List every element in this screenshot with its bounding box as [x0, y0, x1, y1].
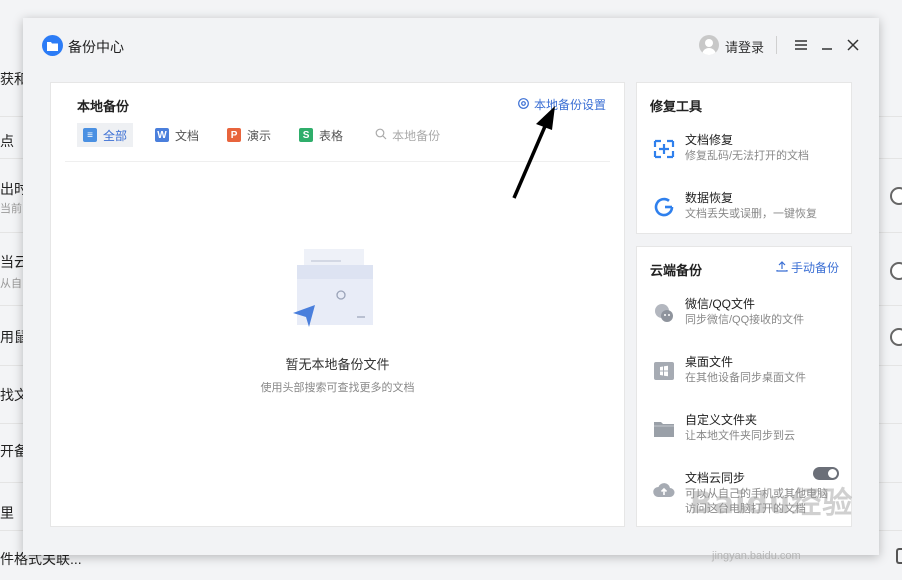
background-list-item: 里	[0, 505, 14, 521]
word-icon: W	[155, 128, 170, 142]
ppt-icon: P	[227, 128, 242, 142]
repair-item-data[interactable]: 数据恢复 文档丢失或误删，一键恢复	[637, 185, 851, 233]
background-list-item: 点	[0, 133, 14, 149]
empty-state-hint: 使用头部搜索可查找更多的文档	[260, 382, 415, 394]
background-list-subtext: 从自	[0, 278, 22, 290]
divider	[65, 161, 610, 162]
minimize-icon[interactable]	[817, 35, 837, 55]
divider	[776, 36, 777, 54]
cloud-backup-title: 云端备份	[650, 263, 703, 278]
file-type-tabs: ≡ 全部 W 文档 P 演示 S 表格 本地备份	[77, 123, 440, 147]
repair-item-doc[interactable]: 文档修复 修复乱码/无法打开的文档	[637, 127, 851, 175]
upload-icon	[776, 260, 788, 275]
windows-icon	[652, 359, 676, 383]
menu-icon[interactable]	[791, 35, 811, 55]
cloud-upload-icon	[652, 479, 676, 503]
title-bar: 备份中心 请登录	[23, 18, 879, 74]
tab-spreadsheet[interactable]: S 表格	[293, 123, 349, 147]
empty-box-illustration	[289, 243, 389, 338]
list-icon: ≡	[83, 128, 97, 142]
login-button[interactable]: 请登录	[725, 37, 764, 56]
data-recovery-icon	[652, 195, 676, 219]
bracket-icon	[896, 548, 902, 564]
local-search-input[interactable]: 本地备份	[375, 123, 440, 147]
watermark-url: jingyan.baidu.com	[712, 550, 801, 562]
settings-link-label: 本地备份设置	[534, 98, 607, 112]
cloud-item-desktop[interactable]: 桌面文件 在其他设备同步桌面文件	[637, 349, 851, 397]
doc-repair-icon	[652, 137, 676, 161]
radio-toggle[interactable]	[890, 328, 902, 346]
tab-doc[interactable]: W 文档	[149, 123, 205, 147]
empty-state-title: 暂无本地备份文件	[285, 357, 390, 372]
search-placeholder: 本地备份	[392, 128, 441, 143]
background-list-subtext: 当前	[0, 203, 22, 215]
avatar[interactable]	[699, 35, 719, 55]
cloud-item-wechat-qq[interactable]: 微信/QQ文件 同步微信/QQ接收的文件	[637, 291, 851, 339]
excel-icon: S	[299, 128, 314, 142]
backup-center-window: 备份中心 请登录 本地备份 本地备份设置 ≡ 全部 W 文档 P 演示 S 表格…	[23, 18, 879, 555]
search-icon	[375, 128, 387, 143]
chat-icon	[652, 301, 676, 325]
local-backup-panel: 本地备份 本地备份设置 ≡ 全部 W 文档 P 演示 S 表格 本地备份 暂无本…	[50, 82, 625, 527]
radio-toggle[interactable]	[890, 187, 902, 205]
window-title: 备份中心	[68, 39, 124, 55]
folder-icon	[652, 417, 676, 441]
settings-gear-icon	[517, 97, 530, 113]
cloud-item-custom-folder[interactable]: 自定义文件夹 让本地文件夹同步到云	[637, 407, 851, 455]
local-backup-title: 本地备份	[77, 99, 130, 114]
repair-tools-title: 修复工具	[650, 99, 703, 114]
tab-all[interactable]: ≡ 全部	[77, 123, 134, 147]
local-backup-settings-link[interactable]: 本地备份设置	[517, 96, 606, 113]
repair-tools-card: 修复工具 文档修复 修复乱码/无法打开的文档 数据恢复 文档丢失或误删，一键恢复	[636, 82, 852, 234]
radio-toggle[interactable]	[890, 262, 902, 280]
tab-presentation[interactable]: P 演示	[221, 123, 277, 147]
backup-logo-icon	[42, 35, 63, 56]
baidu-watermark: Baidu经验	[690, 486, 854, 521]
close-icon[interactable]	[843, 35, 863, 55]
manual-backup-button[interactable]: 手动备份	[776, 259, 839, 276]
